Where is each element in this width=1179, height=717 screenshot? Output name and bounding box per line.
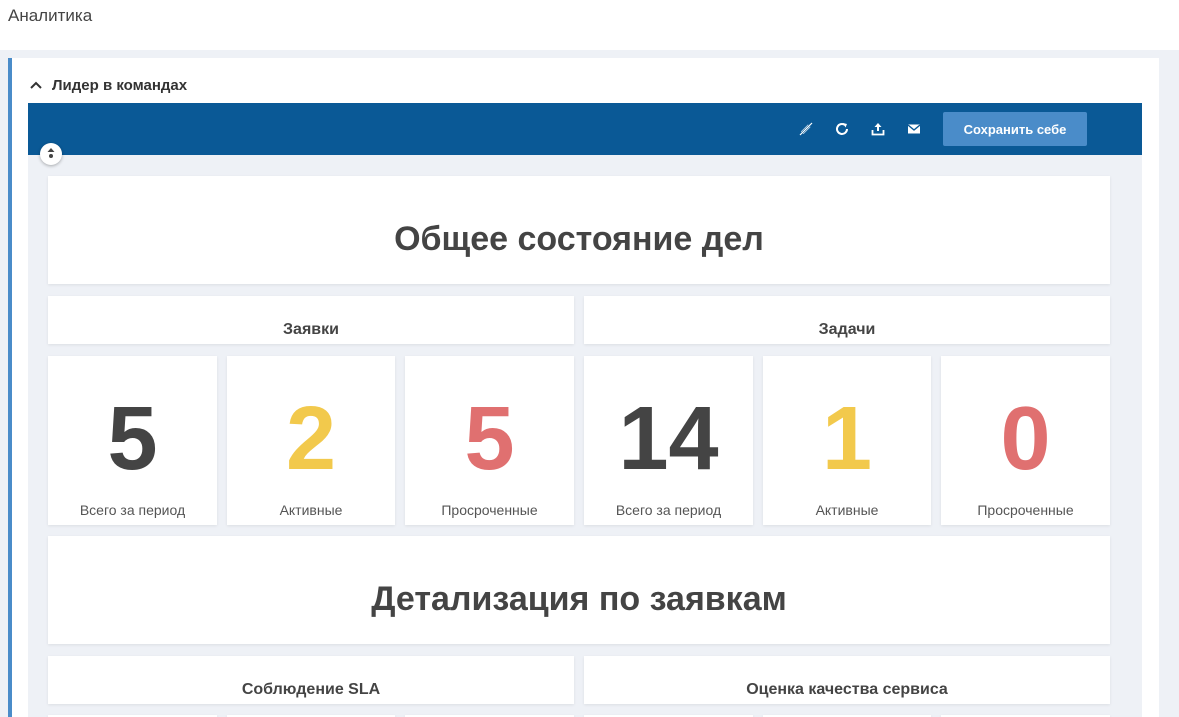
group-header-tasks: Задачи xyxy=(584,296,1110,344)
kpi-value: 14 xyxy=(618,389,719,489)
kpi-card-requests-active: 2 Активные xyxy=(227,356,395,525)
section-title-card: Детализация по заявкам xyxy=(48,536,1110,644)
kpi-value: 1 xyxy=(821,389,873,489)
mail-icon[interactable] xyxy=(904,119,924,139)
panel-title: Лидер в командах xyxy=(52,76,188,94)
kpi-card-tasks-active: 1 Активные xyxy=(763,356,931,525)
kpi-label: Всего за период xyxy=(615,502,722,518)
group-header-requests: Заявки xyxy=(48,296,574,344)
group-title-sla: Соблюдение SLA xyxy=(241,681,381,698)
group-title-tasks: Задачи xyxy=(818,321,876,338)
kpi-value: 5 xyxy=(464,389,515,489)
section-title-requests-detail: Детализация по заявкам xyxy=(371,579,787,618)
group-title-quality: Оценка качества сервиса xyxy=(746,681,948,698)
group-title-requests: Заявки xyxy=(283,321,339,338)
kpi-value: 2 xyxy=(285,389,337,489)
page-header: Аналитика xyxy=(0,0,1179,50)
chevron-up-icon xyxy=(28,77,44,93)
kpi-label: Просроченные xyxy=(977,502,1074,518)
kpi-card-requests-total: 5 Всего за период xyxy=(48,356,217,525)
group-header-quality: Оценка качества сервиса xyxy=(584,656,1110,704)
kpi-card-tasks-total: 14 Всего за период xyxy=(584,356,753,525)
kpi-label: Активные xyxy=(815,502,879,518)
kpi-card-requests-overdue: 5 Просроченные xyxy=(405,356,574,525)
panel-collapse-toggle[interactable]: Лидер в командах xyxy=(28,74,187,96)
refresh-icon[interactable] xyxy=(832,119,852,139)
dashboard-grid: Общее состояние дел Заявки Задачи 5 Всег… xyxy=(28,155,1142,717)
section-title-overview: Общее состояние дел xyxy=(394,219,764,258)
export-icon[interactable] xyxy=(868,119,888,139)
save-to-self-button[interactable]: Сохранить себе xyxy=(943,112,1087,146)
kpi-card-tasks-overdue: 0 Просроченные xyxy=(941,356,1110,525)
group-header-sla: Соблюдение SLA xyxy=(48,656,574,704)
no-edit-icon[interactable] xyxy=(796,119,816,139)
kpi-value: 5 xyxy=(107,389,158,489)
kpi-label: Просроченные xyxy=(441,502,538,518)
kpi-label: Всего за период xyxy=(79,502,186,518)
drag-handle-icon[interactable] xyxy=(40,143,62,165)
dashboard-toolbar: Сохранить себе xyxy=(28,103,1142,155)
kpi-value: 0 xyxy=(1000,389,1051,489)
kpi-label: Активные xyxy=(279,502,343,518)
page-title: Аналитика xyxy=(8,6,93,25)
section-title-card: Общее состояние дел xyxy=(48,176,1110,284)
dashboard-panel: Лидер в командах Сохранить себе Общее со… xyxy=(8,58,1159,717)
